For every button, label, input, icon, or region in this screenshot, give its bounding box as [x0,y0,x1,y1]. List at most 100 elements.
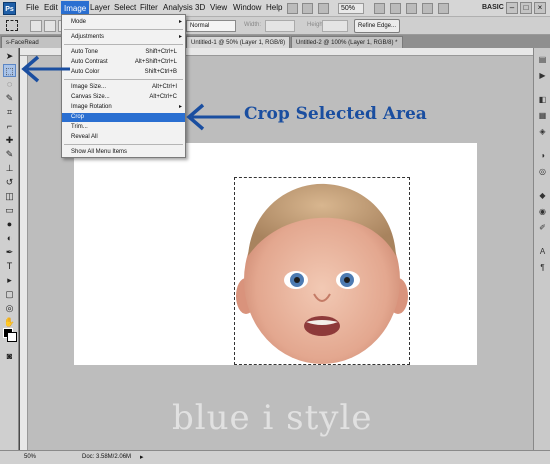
actions-panel-icon[interactable]: ▶ [537,70,548,81]
height-field[interactable] [322,20,348,32]
quick-mask-icon[interactable]: ◙ [3,350,16,363]
lasso-tool-icon[interactable]: ◌ [3,78,16,91]
photoshop-logo: Ps [3,2,16,15]
menu-item-show-all[interactable]: Show All Menu Items [62,148,185,157]
menu-item-auto-contrast[interactable]: Auto Contrast Alt+Shift+Ctrl+L [62,58,185,67]
close-icon[interactable]: × [534,2,546,14]
submenu-arrow-icon: ▸ [178,19,182,25]
color-panel-icon[interactable]: ◧ [537,94,548,105]
path-selection-tool-icon[interactable]: ▸ [3,274,16,287]
menu-edit[interactable]: Edit [44,3,58,12]
menu-item-canvas-size[interactable]: Canvas Size... Alt+Ctrl+C [62,93,185,102]
history-brush-tool-icon[interactable]: ↺ [3,176,16,189]
hand-icon[interactable] [374,3,385,14]
zoom-tool-icon[interactable] [390,3,401,14]
menu-filter[interactable]: Filter [140,3,158,12]
zoom-level[interactable]: 50% [24,454,36,460]
width-label: Width: [244,22,262,28]
menu-item-label: Reveal All [71,134,98,140]
tools-panel: ➤ ⬚ ◌ ✎ ⌗ ⌐ ✚ ✎ ⊥ ↺ ◫ ▭ ● ◐ ✒ T ▸ ▢ ◎ ✋ … [0,48,19,450]
bridge-icon[interactable] [287,3,298,14]
menu-item-auto-tone[interactable]: Auto Tone Shift+Ctrl+L [62,48,185,57]
paths-panel-icon[interactable]: ✐ [537,222,548,233]
menu-item-reveal-all[interactable]: Reveal All [62,133,185,142]
character-panel-icon[interactable]: A [537,246,548,257]
menu-item-label: Auto Contrast [71,59,108,65]
tab-faceread[interactable]: s-FaceRead [1,36,65,48]
rotate-view-icon[interactable] [406,3,417,14]
3d-rotate-tool-icon[interactable]: ◎ [3,302,16,315]
shape-tool-icon[interactable]: ▢ [3,288,16,301]
styles-panel-icon[interactable]: ◈ [537,126,548,137]
blur-tool-icon[interactable]: ● [3,218,16,231]
channels-panel-icon[interactable]: ◉ [537,206,548,217]
panel-dock: ▤ ▶ ◧ ▦ ◈ ◑ ◎ ◆ ◉ ✐ A ¶ [533,48,550,450]
brush-tool-icon[interactable]: ✎ [3,148,16,161]
dodge-tool-icon[interactable]: ◐ [3,232,16,245]
marquee-preset-icon[interactable] [6,20,18,31]
menu-item-auto-color[interactable]: Auto Color Shift+Ctrl+B [62,68,185,77]
quick-selection-tool-icon[interactable]: ✎ [3,92,16,105]
add-selection-icon[interactable] [44,20,56,32]
refine-edge-button[interactable]: Refine Edge... [354,19,400,33]
eraser-tool-icon[interactable]: ◫ [3,190,16,203]
menu-item-label: Mode [71,19,87,25]
menu-item-label: Adjustments [71,34,105,40]
history-panel-icon[interactable]: ▤ [537,54,548,65]
menu-analysis[interactable]: Analysis [163,3,193,12]
menu-item-trim[interactable]: Trim... [62,123,185,132]
masks-panel-icon[interactable]: ◎ [537,166,548,177]
zoom-select[interactable]: 50% [338,3,364,14]
width-field[interactable] [265,20,295,32]
status-menu-icon[interactable]: ▸ [140,453,144,461]
marquee-selection[interactable] [234,177,410,365]
menu-item-mode[interactable]: Mode ▸ [62,18,185,27]
menu-item-image-rotation[interactable]: Image Rotation ▸ [62,103,185,112]
menu-window[interactable]: Window [233,3,261,12]
menu-layer[interactable]: Layer [90,3,110,12]
menu-item-crop[interactable]: Crop [62,113,185,122]
maximize-icon[interactable]: □ [520,2,532,14]
menu-shortcut: Shift+Ctrl+B [144,69,177,75]
menu-help[interactable]: Help [266,3,282,12]
menu-shortcut: Alt+Ctrl+C [149,94,177,100]
crop-tool-icon[interactable]: ⌗ [3,106,16,119]
layers-panel-icon[interactable]: ◆ [537,190,548,201]
workspace-switcher[interactable]: BASIC [482,4,504,11]
arrange-documents-icon[interactable] [422,3,433,14]
menu-item-adjustments[interactable]: Adjustments ▸ [62,33,185,42]
new-selection-icon[interactable] [30,20,42,32]
rectangular-marquee-tool-icon[interactable]: ⬚ [3,64,16,77]
screen-mode-icon[interactable] [438,3,449,14]
menu-item-label: Canvas Size... [71,94,110,100]
menu-file[interactable]: File [26,3,39,12]
menu-item-image-size[interactable]: Image Size... Alt+Ctrl+I [62,83,185,92]
background-color-swatch[interactable] [7,332,17,342]
submenu-arrow-icon: ▸ [178,34,182,40]
healing-brush-tool-icon[interactable]: ✚ [3,134,16,147]
type-tool-icon[interactable]: T [3,260,16,273]
paragraph-panel-icon[interactable]: ¶ [537,262,548,273]
tab-untitled-1[interactable]: Untitled-1 @ 50% (Layer 1, RGB/8) * [186,36,290,58]
adjustments-panel-icon[interactable]: ◑ [537,150,548,161]
style-select[interactable]: Normal [186,20,236,32]
tab-untitled-2[interactable]: Untitled-2 @ 100% (Layer 1, RGB/8) * [291,36,403,48]
menu-separator [64,79,183,80]
menu-view[interactable]: View [210,3,227,12]
minibridge-icon[interactable] [302,3,313,14]
gradient-tool-icon[interactable]: ▭ [3,204,16,217]
menu-item-label: Auto Color [71,69,100,75]
minimize-icon[interactable]: – [506,2,518,14]
watermark: blue i style [172,398,373,438]
move-tool-icon[interactable]: ➤ [3,50,16,63]
grid-icon[interactable] [318,3,329,14]
menu-item-label: Image Rotation [71,104,112,110]
swatches-panel-icon[interactable]: ▦ [537,110,548,121]
pen-tool-icon[interactable]: ✒ [3,246,16,259]
menu-separator [64,44,183,45]
menu-select[interactable]: Select [114,3,136,12]
menu-3d[interactable]: 3D [195,3,205,12]
clone-stamp-tool-icon[interactable]: ⊥ [3,162,16,175]
eyedropper-tool-icon[interactable]: ⌐ [3,120,16,133]
status-bar: 50% Doc: 3.58M/2.06M ▸ [0,450,550,464]
